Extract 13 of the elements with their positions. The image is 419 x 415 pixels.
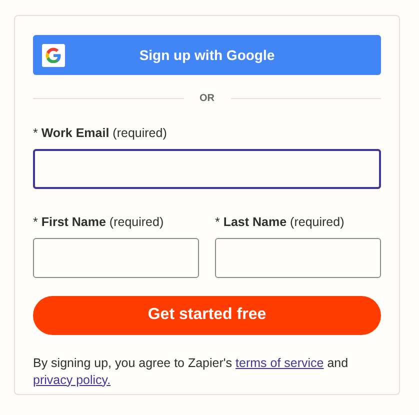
input-field[interactable] (33, 148, 381, 189)
google-icon (42, 44, 65, 67)
divider-label: OR (200, 92, 214, 106)
input-field[interactable] (33, 238, 199, 278)
field-label: *First Name (required) (33, 214, 165, 231)
google-signup-button[interactable]: Sign up with Google (33, 35, 381, 75)
consent-text: By signing up, you agree to Zapier's terms of service and privacy policy. (33, 354, 350, 388)
terms-link[interactable]: terms of service (236, 356, 324, 370)
input-field[interactable] (215, 238, 381, 278)
get-started-button[interactable]: Get started free (33, 296, 381, 334)
privacy-link[interactable]: privacy policy. (33, 372, 111, 386)
field-label: *Last Name (required) (215, 214, 346, 231)
field-label: *Work Email (required) (33, 125, 168, 142)
